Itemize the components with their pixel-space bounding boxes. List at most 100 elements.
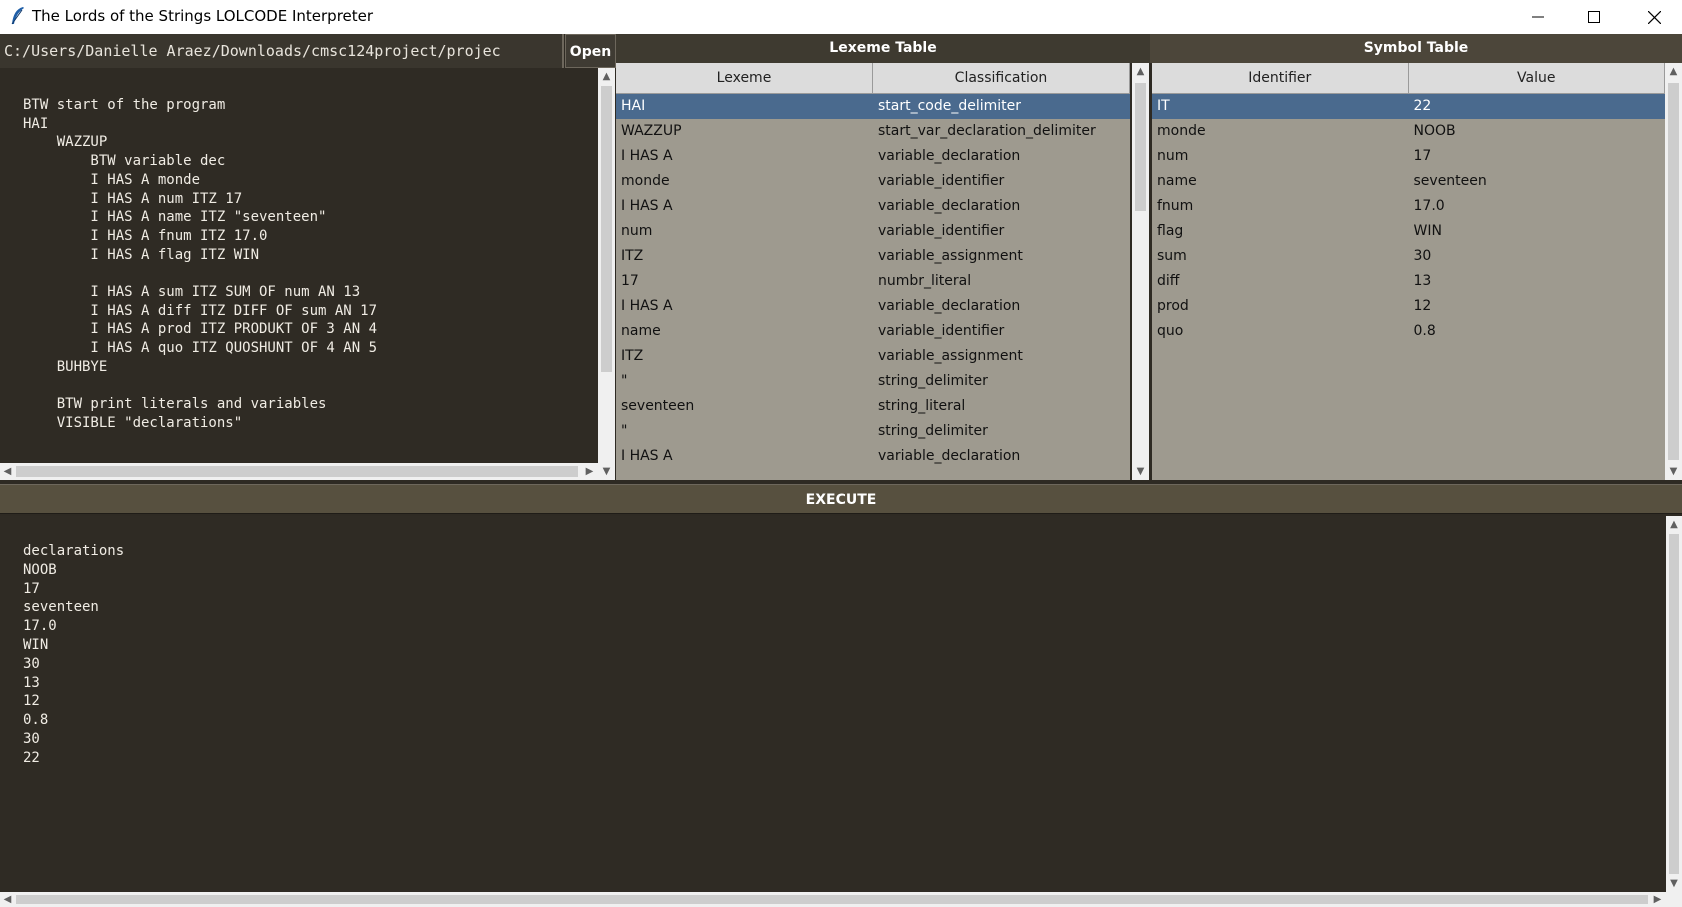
lexeme-row-key: ITZ	[621, 248, 644, 264]
scrollbar-thumb[interactable]	[16, 466, 578, 477]
column-header-classification[interactable]: Classification	[873, 63, 1130, 93]
lexeme-row[interactable]: I HAS A variable_declaration	[616, 444, 1130, 469]
maximize-button[interactable]	[1566, 0, 1622, 34]
scroll-down-arrow-icon[interactable]: ▼	[1666, 875, 1682, 892]
scrollbar-thumb[interactable]	[16, 895, 1648, 904]
scroll-up-arrow-icon[interactable]: ▲	[1665, 63, 1682, 80]
lexeme-row[interactable]: " string_delimiter	[616, 369, 1130, 394]
symbol-row-key: prod	[1157, 298, 1189, 314]
lexeme-row[interactable]: I HAS A variable_declaration	[616, 144, 1130, 169]
console-horizontal-scrollbar[interactable]: ◀ ▶	[0, 892, 1682, 907]
symbol-row[interactable]: IT 22	[1152, 94, 1665, 119]
close-button[interactable]	[1626, 0, 1682, 34]
lexeme-row-value: variable_identifier	[878, 173, 1005, 189]
lexeme-row-value: string_literal	[878, 398, 966, 414]
scroll-left-arrow-icon[interactable]: ◀	[0, 463, 15, 480]
symbol-table-header: Symbol Table	[1150, 34, 1682, 63]
lexeme-table-header: Lexeme Table	[616, 34, 1150, 63]
symbol-table[interactable]: Identifier Value IT 22 monde NOOB num 17 name s…	[1152, 63, 1665, 480]
symbol-row-value: 17.0	[1413, 198, 1445, 214]
lexeme-row[interactable]: ITZ variable_assignment	[616, 244, 1130, 269]
lexeme-row-key: 17	[621, 273, 639, 289]
execute-button[interactable]: EXECUTE	[0, 484, 1682, 514]
lexeme-row[interactable]: seventeen string_literal	[616, 394, 1130, 419]
lexeme-row[interactable]: I HAS A variable_declaration	[616, 194, 1130, 219]
symbol-row-value: 30	[1413, 248, 1432, 264]
symbol-row-key: num	[1157, 148, 1189, 164]
lexeme-row[interactable]: 17 numbr_literal	[616, 269, 1130, 294]
lexeme-table-columns: Lexeme Classification	[616, 63, 1130, 94]
file-path-field[interactable]: C:/Users/Danielle Araez/Downloads/cmsc12…	[0, 34, 564, 68]
console-output-text: declarations NOOB 17 seventeen 17.0 WIN …	[23, 543, 125, 766]
symbol-row-key: name	[1157, 173, 1197, 189]
lexeme-row-key: I HAS A	[621, 298, 673, 314]
lexeme-rows: HAI start_code_delimiter WAZZUP start_var_d…	[616, 94, 1130, 469]
symbol-vertical-scrollbar[interactable]: ▲ ▼	[1665, 63, 1682, 480]
title-bar: The Lords of the Strings LOLCODE Interpr…	[0, 0, 1682, 34]
symbol-row[interactable]: prod 12	[1152, 294, 1665, 319]
lexeme-row[interactable]: WAZZUP start_var_declaration_delimiter	[616, 119, 1130, 144]
symbol-row-value: NOOB	[1413, 123, 1456, 139]
window-title: The Lords of the Strings LOLCODE Interpr…	[32, 7, 374, 25]
lexeme-row-key: WAZZUP	[621, 123, 682, 139]
symbol-row[interactable]: flag WIN	[1152, 219, 1665, 244]
open-button[interactable]: Open	[565, 34, 616, 68]
lexeme-row-value: start_code_delimiter	[878, 98, 1022, 114]
lexeme-row-value: variable_identifier	[878, 223, 1005, 239]
scroll-right-arrow-icon[interactable]: ▶	[582, 463, 597, 480]
lexeme-row[interactable]: ITZ variable_assignment	[616, 344, 1130, 369]
symbol-row-value: 17	[1413, 148, 1432, 164]
scroll-left-arrow-icon[interactable]: ◀	[0, 892, 15, 907]
symbol-row[interactable]: monde NOOB	[1152, 119, 1665, 144]
minimize-icon	[1532, 16, 1544, 18]
lexeme-row[interactable]: I HAS A variable_declaration	[616, 294, 1130, 319]
output-console[interactable]: declarations NOOB 17 seventeen 17.0 WIN …	[0, 516, 1666, 892]
symbol-row-value: 12	[1413, 298, 1432, 314]
symbol-row-value: seventeen	[1413, 173, 1487, 189]
minimize-button[interactable]	[1510, 0, 1566, 34]
code-text[interactable]: BTW start of the program HAI WAZZUP BTW …	[23, 96, 377, 433]
lexeme-row-value: string_delimiter	[878, 373, 988, 389]
column-header-lexeme[interactable]: Lexeme	[616, 63, 873, 93]
symbol-row[interactable]: name seventeen	[1152, 169, 1665, 194]
lexeme-row-key: "	[621, 373, 628, 389]
scroll-down-arrow-icon[interactable]: ▼	[1132, 463, 1149, 480]
symbol-row-key: diff	[1157, 273, 1180, 289]
lexeme-row[interactable]: num variable_identifier	[616, 219, 1130, 244]
scroll-down-arrow-icon[interactable]: ▼	[1665, 463, 1682, 480]
scroll-down-arrow-icon[interactable]: ▼	[598, 463, 615, 480]
editor-horizontal-scrollbar[interactable]: ◀ ▶	[0, 463, 598, 480]
scroll-up-arrow-icon[interactable]: ▲	[1132, 63, 1149, 80]
scroll-up-arrow-icon[interactable]: ▲	[598, 68, 615, 85]
symbol-row[interactable]: sum 30	[1152, 244, 1665, 269]
lexeme-row[interactable]: " string_delimiter	[616, 419, 1130, 444]
editor-vertical-scrollbar[interactable]: ▲ ▼	[598, 68, 615, 480]
lexeme-vertical-scrollbar[interactable]: ▲ ▼	[1132, 63, 1149, 480]
lexeme-row[interactable]: monde variable_identifier	[616, 169, 1130, 194]
symbol-row[interactable]: fnum 17.0	[1152, 194, 1665, 219]
scrollbar-thumb[interactable]	[1668, 83, 1679, 460]
lexeme-row-value: numbr_literal	[878, 273, 972, 289]
scrollbar-thumb[interactable]	[601, 86, 612, 372]
symbol-row[interactable]: quo 0.8	[1152, 319, 1665, 344]
scrollbar-thumb[interactable]	[1669, 534, 1679, 874]
scroll-up-arrow-icon[interactable]: ▲	[1666, 516, 1682, 533]
lexeme-table[interactable]: Lexeme Classification HAI start_code_deli…	[616, 63, 1130, 480]
code-editor[interactable]: BTW start of the program HAI WAZZUP BTW …	[0, 68, 598, 462]
lexeme-row-key: I HAS A	[621, 148, 673, 164]
lexeme-row-key: seventeen	[621, 398, 695, 414]
lexeme-row-value: variable_declaration	[878, 198, 1021, 214]
lexeme-row[interactable]: HAI start_code_delimiter	[616, 94, 1130, 119]
column-header-value[interactable]: Value	[1409, 63, 1665, 93]
symbol-row-key: quo	[1157, 323, 1184, 339]
symbol-row[interactable]: diff 13	[1152, 269, 1665, 294]
scrollbar-thumb[interactable]	[1135, 83, 1146, 211]
console-vertical-scrollbar[interactable]: ▲ ▼	[1666, 516, 1682, 892]
symbol-row[interactable]: num 17	[1152, 144, 1665, 169]
lexeme-row[interactable]: name variable_identifier	[616, 319, 1130, 344]
column-header-identifier[interactable]: Identifier	[1152, 63, 1409, 93]
symbol-rows: IT 22 monde NOOB num 17 name seventeen fnum 17.0 f…	[1152, 94, 1665, 344]
symbol-row-key: monde	[1157, 123, 1206, 139]
symbol-table-columns: Identifier Value	[1152, 63, 1665, 94]
scroll-right-arrow-icon[interactable]: ▶	[1650, 892, 1665, 907]
